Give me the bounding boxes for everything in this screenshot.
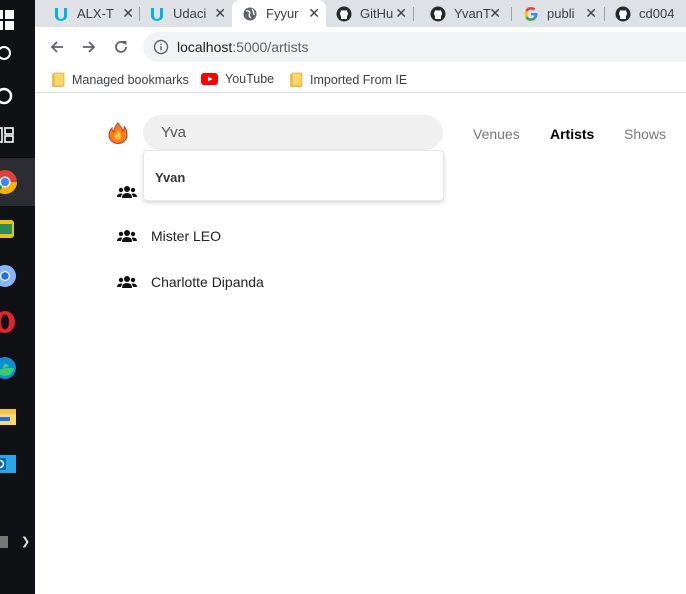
artist-row[interactable]: Charlotte Dipanda: [117, 272, 264, 292]
artist-row[interactable]: Mister LEO: [117, 226, 221, 246]
folder-icon: [0, 409, 16, 425]
bookmark-label: YouTube: [225, 72, 275, 86]
tab-title: Fyyur: [266, 6, 299, 21]
page-content: Yvan Venues Artists Shows Mister LEO Cha…: [35, 99, 686, 594]
tab-alx[interactable]: ALX-T ✕: [35, 0, 140, 27]
tab-udacity[interactable]: Udaci ✕: [140, 0, 232, 27]
browser-toolbar: localhost:5000/artists: [35, 27, 686, 67]
tab-yvan[interactable]: YvanT ✕: [413, 0, 507, 27]
search-taskbar-button[interactable]: [0, 34, 35, 74]
youtube-icon: [201, 73, 218, 85]
app-icon: [0, 220, 14, 238]
tab-title: cd004: [639, 6, 675, 21]
tab-title: GitHu: [360, 6, 394, 21]
taskbar-explorer[interactable]: [0, 396, 35, 436]
arrow-right-icon: [83, 41, 96, 53]
tab-title: Udaci: [173, 6, 207, 21]
chevron-right-icon[interactable]: ❯: [21, 535, 30, 548]
reload-button[interactable]: [111, 37, 131, 57]
search-box[interactable]: [143, 115, 443, 150]
udacity-icon: [53, 6, 69, 22]
taskbar-outlook[interactable]: [0, 444, 35, 484]
screen: ❯ ALX-T ✕ Udaci ✕ Fyyur ✕ GitHu ✕ YvanT …: [0, 0, 686, 594]
bookmark-label: Imported From IE: [310, 73, 408, 87]
cortana-button[interactable]: [0, 76, 35, 116]
users-icon: [117, 229, 137, 243]
close-icon[interactable]: ✕: [585, 6, 597, 20]
cortana-icon: [0, 87, 13, 105]
globe-icon: [242, 6, 258, 22]
back-button[interactable]: [47, 37, 67, 57]
close-icon[interactable]: ✕: [489, 6, 501, 20]
tab-github[interactable]: GitHu ✕: [326, 0, 413, 27]
taskbar-opera[interactable]: [0, 302, 35, 342]
chrome-icon: [0, 265, 16, 287]
windows-logo-icon: [0, 10, 14, 30]
tab-strip: ALX-T ✕ Udaci ✕ Fyyur ✕ GitHu ✕ YvanT ✕ …: [35, 0, 686, 27]
github-icon: [336, 6, 352, 22]
github-icon: [430, 6, 446, 22]
arrow-left-icon: [50, 41, 63, 53]
bookmark-label: Managed bookmarks: [72, 73, 189, 87]
reload-icon: [115, 41, 127, 53]
chrome-icon: [0, 170, 17, 194]
bookmarks-bar: Managed bookmarks YouTube Imported From …: [35, 67, 686, 93]
artist-name[interactable]: Charlotte Dipanda: [151, 274, 264, 290]
taskbar-app-yellow[interactable]: [0, 209, 35, 249]
taskbar-edge[interactable]: [0, 348, 35, 388]
tab-fyyur[interactable]: Fyyur ✕: [232, 0, 326, 27]
close-icon[interactable]: ✕: [308, 6, 320, 20]
edge-icon: [0, 357, 16, 379]
tab-title: ALX-T: [77, 6, 114, 21]
taskbar-scroll[interactable]: ❯: [0, 533, 35, 550]
fire-logo-icon[interactable]: [108, 122, 128, 149]
info-icon[interactable]: [153, 39, 169, 60]
suggestion-item[interactable]: Yvan: [155, 170, 185, 185]
github-icon: [615, 6, 631, 22]
windows-taskbar: ❯: [0, 0, 35, 594]
browser-window: ALX-T ✕ Udaci ✕ Fyyur ✕ GitHu ✕ YvanT ✕ …: [35, 0, 686, 99]
tab-title: YvanT: [454, 6, 491, 21]
bookmark-imported[interactable]: Imported From IE: [289, 72, 407, 88]
close-icon[interactable]: ✕: [122, 6, 134, 20]
taskbar-chrome[interactable]: [0, 162, 35, 202]
tab-google[interactable]: publi ✕: [511, 0, 603, 27]
folder-icon: [289, 72, 303, 88]
search-input[interactable]: [161, 122, 421, 142]
opera-icon: [0, 311, 15, 333]
nav-venues[interactable]: Venues: [473, 126, 520, 142]
search-suggestions: Yvan: [143, 150, 444, 201]
search-icon: [0, 46, 11, 60]
outlook-icon: [0, 455, 16, 473]
bookmark-managed[interactable]: Managed bookmarks: [51, 72, 189, 88]
close-icon[interactable]: ✕: [214, 6, 226, 20]
close-icon[interactable]: ✕: [395, 6, 407, 20]
nav-shows[interactable]: Shows: [624, 126, 666, 142]
address-bar[interactable]: localhost:5000/artists: [143, 32, 686, 62]
taskbar-chrome-2[interactable]: [0, 256, 35, 296]
artist-row-hidden: [117, 182, 151, 202]
tab-cd004[interactable]: cd004: [604, 0, 686, 27]
url-host: localhost: [177, 39, 233, 55]
url-path: :5000/artists: [232, 39, 309, 55]
task-view-button[interactable]: [0, 115, 35, 155]
url-text: localhost:5000/artists: [177, 39, 309, 55]
bookmark-youtube[interactable]: YouTube: [201, 72, 274, 86]
users-icon: [117, 275, 137, 289]
tab-title: publi: [547, 6, 575, 21]
nav-artists[interactable]: Artists: [550, 126, 594, 142]
task-view-icon: [0, 127, 14, 143]
folder-icon: [51, 72, 65, 88]
users-icon: [117, 185, 137, 199]
udacity-icon: [149, 6, 165, 22]
artist-name[interactable]: Mister LEO: [151, 228, 221, 244]
google-icon: [523, 6, 539, 22]
taskbar-scroll-bar: [0, 535, 8, 548]
forward-button[interactable]: [79, 37, 99, 57]
